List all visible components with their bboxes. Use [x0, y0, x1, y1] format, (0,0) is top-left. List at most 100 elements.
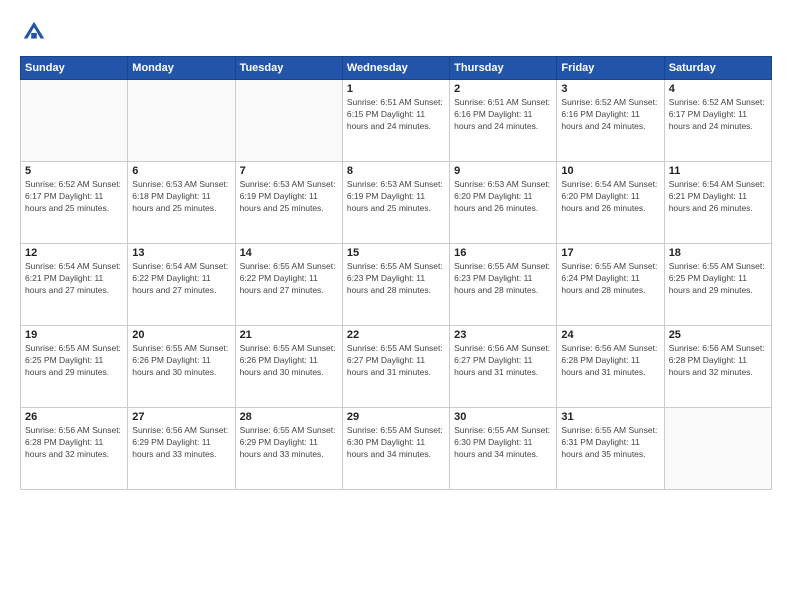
calendar-cell: 2Sunrise: 6:51 AM Sunset: 6:16 PM Daylig… — [450, 80, 557, 162]
weekday-header-thursday: Thursday — [450, 57, 557, 80]
day-number: 17 — [561, 247, 659, 259]
day-info: Sunrise: 6:52 AM Sunset: 6:17 PM Dayligh… — [669, 97, 767, 133]
calendar-cell: 5 Sunrise: 6:52 AM Sunset: 6:17 PM Daylig… — [21, 162, 128, 244]
day-number: 27 — [132, 411, 230, 423]
day-number: 6 — [132, 165, 230, 177]
day-number: 13 — [132, 247, 230, 259]
day-number: 23 — [454, 329, 552, 341]
day-info: Sunrise: 6:55 AM Sunset: 6:30 PM Dayligh… — [347, 425, 445, 461]
day-info: Sunrise: 6:55 AM Sunset: 6:23 PM Dayligh… — [347, 261, 445, 297]
day-info: Sunrise: 6:55 AM Sunset: 6:25 PM Dayligh… — [25, 343, 123, 379]
calendar-cell: 26 Sunrise: 6:56 AM Sunset: 6:28 PM Dayli… — [21, 408, 128, 490]
calendar-cell: 1 Sunrise: 6:51 AM Sunset: 6:15 PM Daylig… — [342, 80, 449, 162]
calendar-cell: 17 Sunrise: 6:55 AM Sunset: 6:24 PM Dayli… — [557, 244, 664, 326]
day-number: 31 — [561, 411, 659, 423]
calendar-cell: 11 Sunrise: 6:54 AM Sunset: 6:21 PM Dayli… — [664, 162, 771, 244]
day-number: 15 — [347, 247, 445, 259]
calendar-cell: 24Sunrise: 6:56 AM Sunset: 6:28 PM Dayli… — [557, 326, 664, 408]
week-row-1: 1 Sunrise: 6:51 AM Sunset: 6:15 PM Daylig… — [21, 80, 772, 162]
day-number: 25 — [669, 329, 767, 341]
calendar-cell: 23 Sunrise: 6:56 AM Sunset: 6:27 PM Dayli… — [450, 326, 557, 408]
day-info: Sunrise: 6:56 AM Sunset: 6:28 PM Dayligh… — [25, 425, 123, 461]
calendar-cell: 7 Sunrise: 6:53 AM Sunset: 6:19 PM Daylig… — [235, 162, 342, 244]
day-info: Sunrise: 6:55 AM Sunset: 6:24 PM Dayligh… — [561, 261, 659, 297]
header — [20, 18, 772, 46]
calendar-cell: 12Sunrise: 6:54 AM Sunset: 6:21 PM Dayli… — [21, 244, 128, 326]
calendar-cell — [235, 80, 342, 162]
weekday-header-row: SundayMondayTuesdayWednesdayThursdayFrid… — [21, 57, 772, 80]
day-info: Sunrise: 6:52 AM Sunset: 6:16 PM Dayligh… — [561, 97, 659, 133]
calendar-cell: 4 Sunrise: 6:52 AM Sunset: 6:17 PM Daylig… — [664, 80, 771, 162]
day-info: Sunrise: 6:54 AM Sunset: 6:20 PM Dayligh… — [561, 179, 659, 215]
weekday-header-friday: Friday — [557, 57, 664, 80]
day-info: Sunrise: 6:55 AM Sunset: 6:22 PM Dayligh… — [240, 261, 338, 297]
calendar-cell: 29 Sunrise: 6:55 AM Sunset: 6:30 PM Dayli… — [342, 408, 449, 490]
calendar-cell: 30Sunrise: 6:55 AM Sunset: 6:30 PM Dayli… — [450, 408, 557, 490]
week-row-4: 19 Sunrise: 6:55 AM Sunset: 6:25 PM Dayli… — [21, 326, 772, 408]
calendar-cell: 8Sunrise: 6:53 AM Sunset: 6:19 PM Daylig… — [342, 162, 449, 244]
day-number: 1 — [347, 83, 445, 95]
calendar-cell: 28Sunrise: 6:55 AM Sunset: 6:29 PM Dayli… — [235, 408, 342, 490]
calendar-cell: 27 Sunrise: 6:56 AM Sunset: 6:29 PM Dayli… — [128, 408, 235, 490]
day-number: 5 — [25, 165, 123, 177]
calendar-cell: 20 Sunrise: 6:55 AM Sunset: 6:26 PM Dayli… — [128, 326, 235, 408]
day-info: Sunrise: 6:55 AM Sunset: 6:31 PM Dayligh… — [561, 425, 659, 461]
logo — [20, 18, 52, 46]
day-info: Sunrise: 6:55 AM Sunset: 6:23 PM Dayligh… — [454, 261, 552, 297]
day-number: 29 — [347, 411, 445, 423]
day-number: 20 — [132, 329, 230, 341]
calendar-cell: 31 Sunrise: 6:55 AM Sunset: 6:31 PM Dayli… — [557, 408, 664, 490]
day-info: Sunrise: 6:53 AM Sunset: 6:20 PM Dayligh… — [454, 179, 552, 215]
weekday-header-monday: Monday — [128, 57, 235, 80]
calendar-cell: 19 Sunrise: 6:55 AM Sunset: 6:25 PM Dayli… — [21, 326, 128, 408]
calendar-cell — [128, 80, 235, 162]
calendar-cell — [664, 408, 771, 490]
day-info: Sunrise: 6:55 AM Sunset: 6:30 PM Dayligh… — [454, 425, 552, 461]
weekday-header-tuesday: Tuesday — [235, 57, 342, 80]
day-info: Sunrise: 6:54 AM Sunset: 6:22 PM Dayligh… — [132, 261, 230, 297]
day-info: Sunrise: 6:52 AM Sunset: 6:17 PM Dayligh… — [25, 179, 123, 215]
calendar-cell — [21, 80, 128, 162]
day-number: 4 — [669, 83, 767, 95]
day-number: 22 — [347, 329, 445, 341]
day-info: Sunrise: 6:55 AM Sunset: 6:26 PM Dayligh… — [132, 343, 230, 379]
calendar-cell: 16 Sunrise: 6:55 AM Sunset: 6:23 PM Dayli… — [450, 244, 557, 326]
day-number: 11 — [669, 165, 767, 177]
day-info: Sunrise: 6:56 AM Sunset: 6:28 PM Dayligh… — [561, 343, 659, 379]
day-number: 14 — [240, 247, 338, 259]
day-info: Sunrise: 6:51 AM Sunset: 6:15 PM Dayligh… — [347, 97, 445, 133]
day-number: 28 — [240, 411, 338, 423]
calendar-cell: 10Sunrise: 6:54 AM Sunset: 6:20 PM Dayli… — [557, 162, 664, 244]
calendar-cell: 21Sunrise: 6:55 AM Sunset: 6:26 PM Dayli… — [235, 326, 342, 408]
weekday-header-saturday: Saturday — [664, 57, 771, 80]
weekday-header-wednesday: Wednesday — [342, 57, 449, 80]
day-number: 16 — [454, 247, 552, 259]
day-info: Sunrise: 6:54 AM Sunset: 6:21 PM Dayligh… — [669, 179, 767, 215]
day-number: 9 — [454, 165, 552, 177]
calendar-cell: 9 Sunrise: 6:53 AM Sunset: 6:20 PM Daylig… — [450, 162, 557, 244]
week-row-3: 12Sunrise: 6:54 AM Sunset: 6:21 PM Dayli… — [21, 244, 772, 326]
day-info: Sunrise: 6:56 AM Sunset: 6:29 PM Dayligh… — [132, 425, 230, 461]
week-row-2: 5 Sunrise: 6:52 AM Sunset: 6:17 PM Daylig… — [21, 162, 772, 244]
day-info: Sunrise: 6:55 AM Sunset: 6:25 PM Dayligh… — [669, 261, 767, 297]
day-number: 8 — [347, 165, 445, 177]
day-number: 21 — [240, 329, 338, 341]
calendar-table: SundayMondayTuesdayWednesdayThursdayFrid… — [20, 56, 772, 490]
day-info: Sunrise: 6:55 AM Sunset: 6:27 PM Dayligh… — [347, 343, 445, 379]
day-number: 19 — [25, 329, 123, 341]
day-info: Sunrise: 6:51 AM Sunset: 6:16 PM Dayligh… — [454, 97, 552, 133]
day-number: 7 — [240, 165, 338, 177]
calendar-cell: 15 Sunrise: 6:55 AM Sunset: 6:23 PM Dayli… — [342, 244, 449, 326]
calendar-cell: 22 Sunrise: 6:55 AM Sunset: 6:27 PM Dayli… — [342, 326, 449, 408]
day-info: Sunrise: 6:56 AM Sunset: 6:27 PM Dayligh… — [454, 343, 552, 379]
calendar-cell: 13 Sunrise: 6:54 AM Sunset: 6:22 PM Dayli… — [128, 244, 235, 326]
logo-icon — [20, 18, 48, 46]
weekday-header-sunday: Sunday — [21, 57, 128, 80]
day-info: Sunrise: 6:54 AM Sunset: 6:21 PM Dayligh… — [25, 261, 123, 297]
calendar-cell: 6Sunrise: 6:53 AM Sunset: 6:18 PM Daylig… — [128, 162, 235, 244]
calendar-cell: 3Sunrise: 6:52 AM Sunset: 6:16 PM Daylig… — [557, 80, 664, 162]
calendar-cell: 25Sunrise: 6:56 AM Sunset: 6:28 PM Dayli… — [664, 326, 771, 408]
day-info: Sunrise: 6:53 AM Sunset: 6:19 PM Dayligh… — [240, 179, 338, 215]
week-row-5: 26 Sunrise: 6:56 AM Sunset: 6:28 PM Dayli… — [21, 408, 772, 490]
day-number: 26 — [25, 411, 123, 423]
